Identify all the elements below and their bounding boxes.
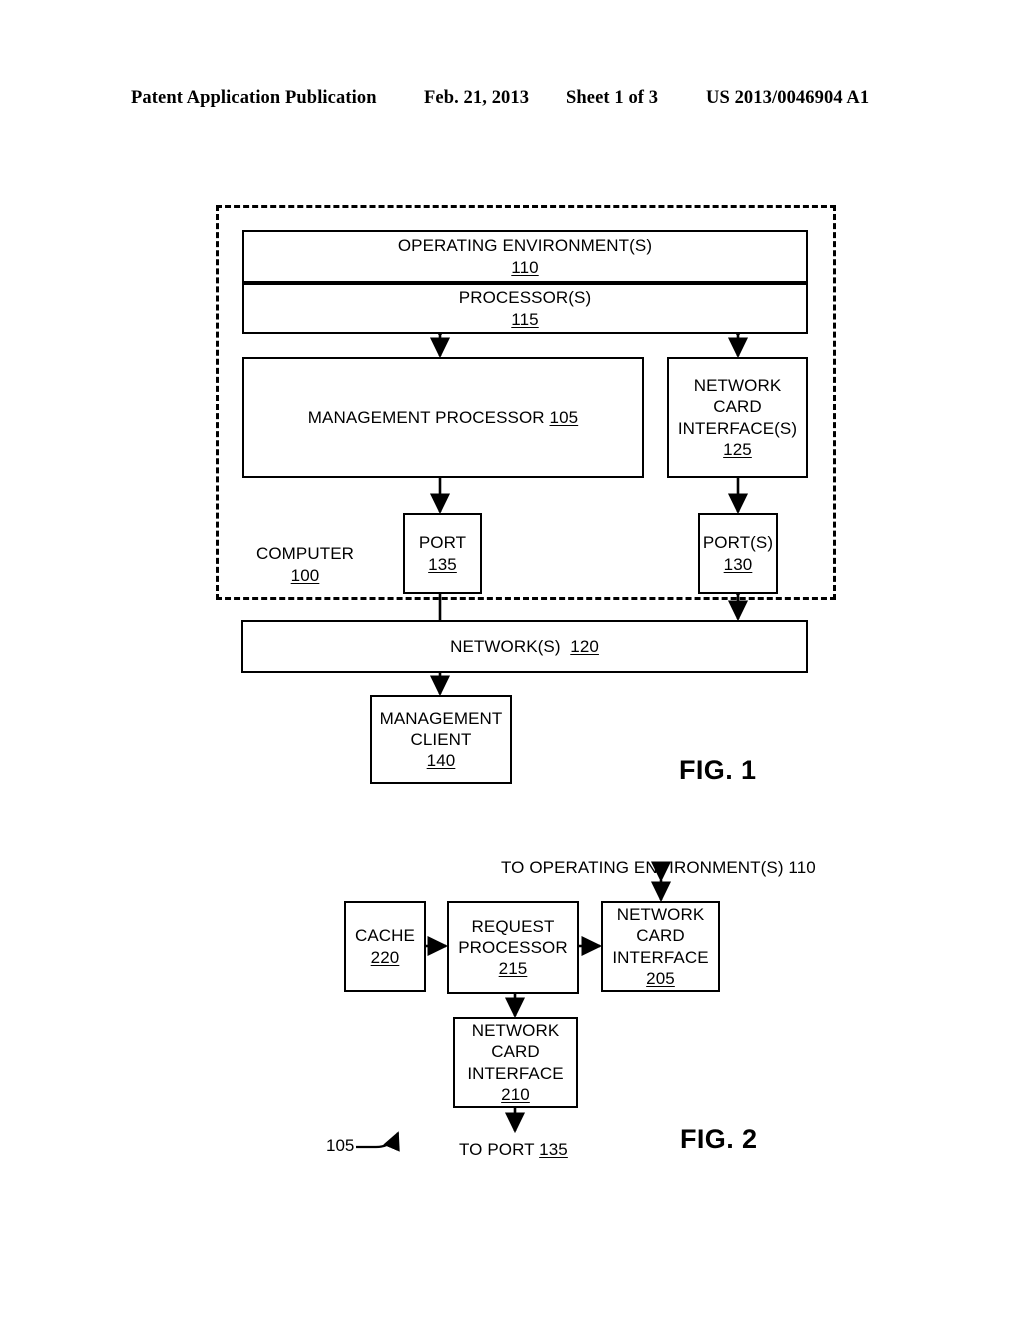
figure-1-label: FIG. 1 bbox=[679, 755, 757, 785]
processors-block: PROCESSOR(S) 115 bbox=[242, 283, 808, 334]
operating-environments-ref: 110 bbox=[511, 257, 539, 277]
operating-environments-block: OPERATING ENVIRONMENT(S) 110 bbox=[242, 230, 808, 283]
patent-drawing-page: Patent Application Publication Feb. 21, … bbox=[0, 0, 1024, 1320]
lead-line-105 bbox=[356, 1131, 400, 1152]
network-card-interface-205-block: NETWORK CARD INTERFACE 205 bbox=[601, 901, 720, 992]
operating-environments-label: OPERATING ENVIRONMENT(S) bbox=[397, 236, 653, 256]
processors-ref: 115 bbox=[511, 309, 539, 329]
port-135-label: PORT bbox=[418, 533, 467, 553]
processors-label: PROCESSOR(S) bbox=[458, 288, 592, 308]
nci-210-line-1: NETWORK bbox=[471, 1021, 560, 1040]
port-135-ref: 135 bbox=[428, 554, 457, 574]
nci-205-line-1: NETWORK bbox=[616, 905, 705, 924]
header-sheet-number: Sheet 1 of 3 bbox=[566, 88, 659, 108]
request-processor-line-1: REQUEST bbox=[471, 916, 555, 936]
nci-210-ref: 210 bbox=[501, 1084, 530, 1104]
cache-label: CACHE bbox=[354, 926, 415, 946]
nci-ref: 125 bbox=[723, 439, 752, 459]
ports-130-label: PORT(S) bbox=[702, 533, 774, 553]
network-card-interface-210-block: NETWORK CARD INTERFACE 210 bbox=[453, 1017, 578, 1108]
header-publication-number: US 2013/0046904 A1 bbox=[706, 88, 870, 108]
request-processor-block: REQUEST PROCESSOR 215 bbox=[447, 901, 579, 994]
computer-label: COMPUTER 100 bbox=[240, 543, 370, 587]
request-processor-line-2: PROCESSOR bbox=[458, 937, 568, 957]
nci-210-line-2: CARD bbox=[491, 1042, 540, 1062]
figure-2-label: FIG. 2 bbox=[680, 1124, 758, 1154]
header-date: Feb. 21, 2013 bbox=[424, 88, 530, 108]
network-card-interfaces-block: NETWORK CARD INTERFACE(S) 125 bbox=[667, 357, 808, 478]
to-port-annotation: TO PORT 135 bbox=[459, 1140, 568, 1159]
management-client-ref: 140 bbox=[426, 751, 456, 771]
networks-label: NETWORK(S) 120 bbox=[450, 636, 599, 656]
networks-ref: 120 bbox=[570, 636, 599, 656]
cache-block: CACHE 220 bbox=[344, 901, 426, 992]
to-operating-environments-annotation: TO OPERATING ENVIRONMENT(S) 110 bbox=[501, 858, 816, 877]
nci-line-2: CARD bbox=[713, 397, 762, 417]
nci-205-ref: 205 bbox=[646, 968, 675, 988]
ports-130-block: PORT(S) 130 bbox=[698, 513, 778, 594]
nci-210-line-3: INTERFACE bbox=[467, 1063, 564, 1083]
nci-205-line-3: INTERFACE bbox=[612, 947, 709, 967]
header-publication-title: Patent Application Publication bbox=[131, 88, 377, 108]
management-client-block: MANAGEMENT CLIENT 140 bbox=[370, 695, 512, 784]
nci-205-line-2: CARD bbox=[636, 926, 685, 946]
management-processor-ref: 105 bbox=[549, 407, 579, 427]
cache-ref: 220 bbox=[370, 947, 400, 967]
computer-ref: 100 bbox=[290, 566, 320, 586]
reference-105-label: 105 bbox=[326, 1136, 355, 1155]
port-135-block: PORT 135 bbox=[403, 513, 482, 594]
request-processor-ref: 215 bbox=[498, 959, 528, 979]
management-processor-block: MANAGEMENT PROCESSOR 105 bbox=[242, 357, 644, 478]
nci-line-3: INTERFACE(S) bbox=[677, 418, 798, 438]
management-processor-label: MANAGEMENT PROCESSOR 105 bbox=[307, 407, 579, 427]
computer-name: COMPUTER bbox=[255, 544, 355, 563]
to-port-ref: 135 bbox=[539, 1140, 568, 1159]
networks-block: NETWORK(S) 120 bbox=[241, 620, 808, 673]
nci-line-1: NETWORK bbox=[693, 376, 782, 395]
management-client-line-2: CLIENT bbox=[410, 729, 472, 749]
management-client-line-1: MANAGEMENT bbox=[379, 708, 503, 728]
ports-130-ref: 130 bbox=[723, 554, 753, 574]
